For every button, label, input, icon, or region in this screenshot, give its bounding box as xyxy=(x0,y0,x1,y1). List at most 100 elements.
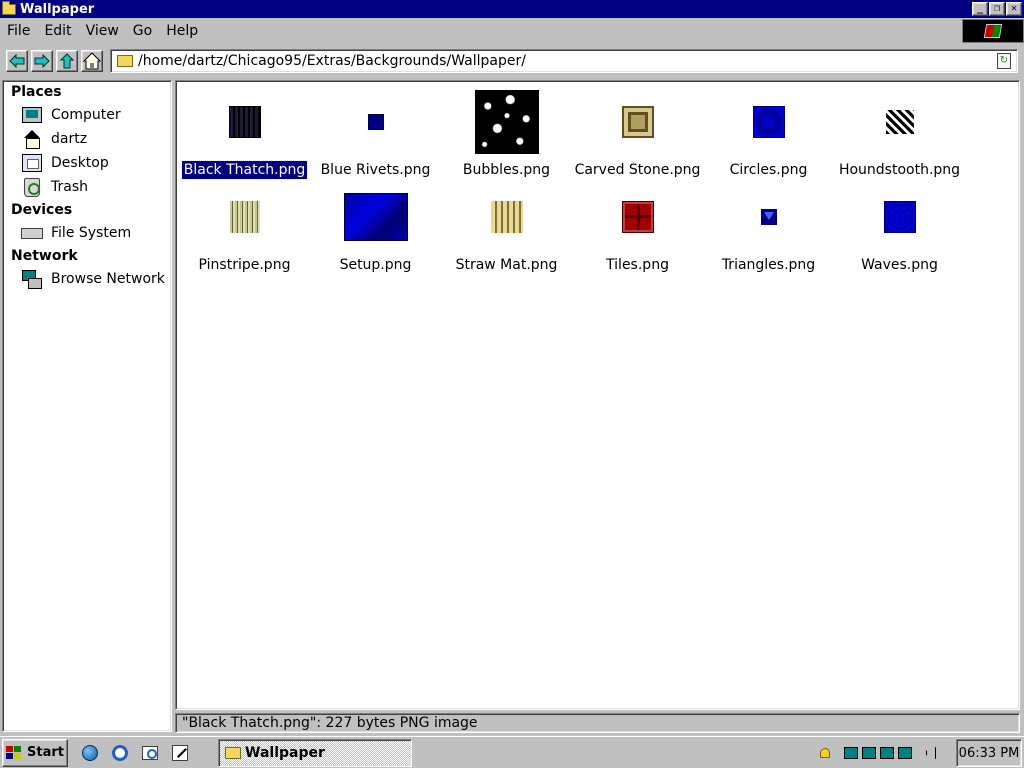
sidebar-item-dartz[interactable]: dartz xyxy=(3,127,171,151)
taskbar: Start Wallpaper 06:33 PM xyxy=(0,736,1024,768)
sidebar-section-devices: Devices xyxy=(11,202,73,218)
throbber xyxy=(962,19,1024,43)
file-item-pinstripe[interactable]: Pinstripe.png xyxy=(179,184,310,276)
start-label: Start xyxy=(27,745,64,760)
browser-icon[interactable] xyxy=(110,743,130,763)
sidebar-item-file-system[interactable]: File System xyxy=(3,221,171,245)
address-bar[interactable]: /home/dartz/Chicago95/Extras/Backgrounds… xyxy=(110,49,1018,73)
drive-icon xyxy=(21,223,43,243)
image-thumbnail-icon xyxy=(490,201,523,233)
file-name: Triangles.png xyxy=(721,257,816,273)
file-item-triangles[interactable]: Triangles.png xyxy=(703,184,834,276)
folder-icon xyxy=(225,747,241,759)
menu-view[interactable]: View xyxy=(79,23,126,39)
sidebar-item-computer[interactable]: Computer xyxy=(3,103,171,127)
menu-file[interactable]: File xyxy=(0,23,37,39)
desktop-icon xyxy=(21,153,43,173)
image-thumbnail-icon xyxy=(474,90,539,154)
sidebar-item-trash[interactable]: Trash xyxy=(3,175,171,199)
file-item-houndstooth[interactable]: Houndstooth.png xyxy=(834,89,965,181)
image-thumbnail-icon xyxy=(229,201,260,233)
sidebar-item-desktop[interactable]: Desktop xyxy=(3,151,171,175)
windows-flag-icon xyxy=(983,24,1003,38)
file-name: Pinstripe.png xyxy=(198,257,291,273)
image-thumbnail-icon xyxy=(760,209,777,225)
taskbar-item-label: Wallpaper xyxy=(245,745,325,761)
image-thumbnail-icon xyxy=(621,106,654,138)
status-bar: "Black Thatch.png": 227 bytes PNG image xyxy=(175,713,1020,733)
file-view[interactable]: Black Thatch.png Blue Rivets.png Bubbles… xyxy=(175,80,1020,710)
image-thumbnail-icon xyxy=(228,106,261,138)
sidebar-section-places: Places xyxy=(11,84,62,100)
sidebar-section-network: Network xyxy=(11,248,78,264)
network-icon xyxy=(21,269,43,289)
file-name: Black Thatch.png xyxy=(180,160,309,180)
network-icon[interactable] xyxy=(862,746,876,760)
folder-icon xyxy=(2,0,16,15)
home-icon xyxy=(83,52,101,70)
home-button[interactable] xyxy=(81,50,103,72)
network-icon[interactable] xyxy=(898,746,912,760)
file-name: Houndstooth.png xyxy=(838,162,961,178)
image-thumbnail-icon xyxy=(885,110,914,134)
file-item-circles[interactable]: Circles.png xyxy=(703,89,834,181)
file-item-black-thatch[interactable]: Black Thatch.png xyxy=(179,89,310,181)
file-item-tiles[interactable]: Tiles.png xyxy=(572,184,703,276)
image-thumbnail-icon xyxy=(883,201,916,233)
search-icon[interactable] xyxy=(140,743,160,763)
maximize-button[interactable]: ❐ xyxy=(989,2,1005,16)
up-button[interactable] xyxy=(56,50,78,72)
file-name: Circles.png xyxy=(729,162,808,178)
quick-launch xyxy=(80,743,190,763)
sidebar-item-label: File System xyxy=(51,225,132,241)
image-thumbnail-icon xyxy=(367,114,384,130)
menu-bar: File Edit View Go Help xyxy=(0,18,1024,44)
image-thumbnail-icon xyxy=(343,193,408,241)
toolbar: /home/dartz/Chicago95/Extras/Backgrounds… xyxy=(0,46,1024,76)
file-name: Blue Rivets.png xyxy=(320,162,431,178)
menu-go[interactable]: Go xyxy=(126,23,159,39)
start-button[interactable]: Start xyxy=(2,738,68,767)
menu-edit[interactable]: Edit xyxy=(37,23,78,39)
notification-bell-icon[interactable] xyxy=(818,746,832,760)
forward-button[interactable] xyxy=(31,50,53,72)
title-bar[interactable]: Wallpaper _ ❐ ✕ xyxy=(0,0,1024,18)
file-item-bubbles[interactable]: Bubbles.png xyxy=(441,89,572,181)
file-name: Carved Stone.png xyxy=(574,162,701,178)
sidebar: Places Computer dartz Desktop Trash Devi… xyxy=(2,80,172,732)
refresh-icon[interactable]: ↻ xyxy=(997,53,1011,69)
clock[interactable]: 06:33 PM xyxy=(956,739,1022,767)
sidebar-item-label: Computer xyxy=(51,107,121,123)
volume-icon[interactable] xyxy=(924,746,938,760)
back-button[interactable] xyxy=(6,50,28,72)
sidebar-item-label: Browse Network xyxy=(51,271,165,287)
window-controls: _ ❐ ✕ xyxy=(972,2,1022,16)
minimize-button[interactable]: _ xyxy=(972,2,988,16)
taskbar-item-wallpaper[interactable]: Wallpaper xyxy=(218,739,412,767)
address-path: /home/dartz/Chicago95/Extras/Backgrounds… xyxy=(138,53,526,69)
close-button[interactable]: ✕ xyxy=(1006,2,1022,16)
file-item-waves[interactable]: Waves.png xyxy=(834,184,965,276)
file-name: Setup.png xyxy=(339,257,412,273)
globe-icon[interactable] xyxy=(80,743,100,763)
back-arrow-icon xyxy=(9,54,25,68)
up-arrow-icon xyxy=(60,53,74,69)
home-folder-icon xyxy=(21,129,43,149)
window-title: Wallpaper xyxy=(20,1,95,17)
menu-help[interactable]: Help xyxy=(159,23,205,39)
file-item-setup[interactable]: Setup.png xyxy=(310,184,441,276)
image-thumbnail-icon xyxy=(621,201,654,233)
file-item-straw-mat[interactable]: Straw Mat.png xyxy=(441,184,572,276)
folder-icon xyxy=(117,55,133,67)
file-name: Tiles.png xyxy=(606,257,669,273)
file-item-blue-rivets[interactable]: Blue Rivets.png xyxy=(310,89,441,181)
editor-icon[interactable] xyxy=(170,743,190,763)
network-icon[interactable] xyxy=(880,746,894,760)
file-item-carved-stone[interactable]: Carved Stone.png xyxy=(572,89,703,181)
network-icon[interactable] xyxy=(844,746,858,760)
image-thumbnail-icon xyxy=(752,106,785,138)
sidebar-item-browse-network[interactable]: Browse Network xyxy=(3,267,171,291)
file-name: Straw Mat.png xyxy=(455,257,558,273)
computer-icon xyxy=(21,105,43,125)
system-tray xyxy=(810,739,950,767)
